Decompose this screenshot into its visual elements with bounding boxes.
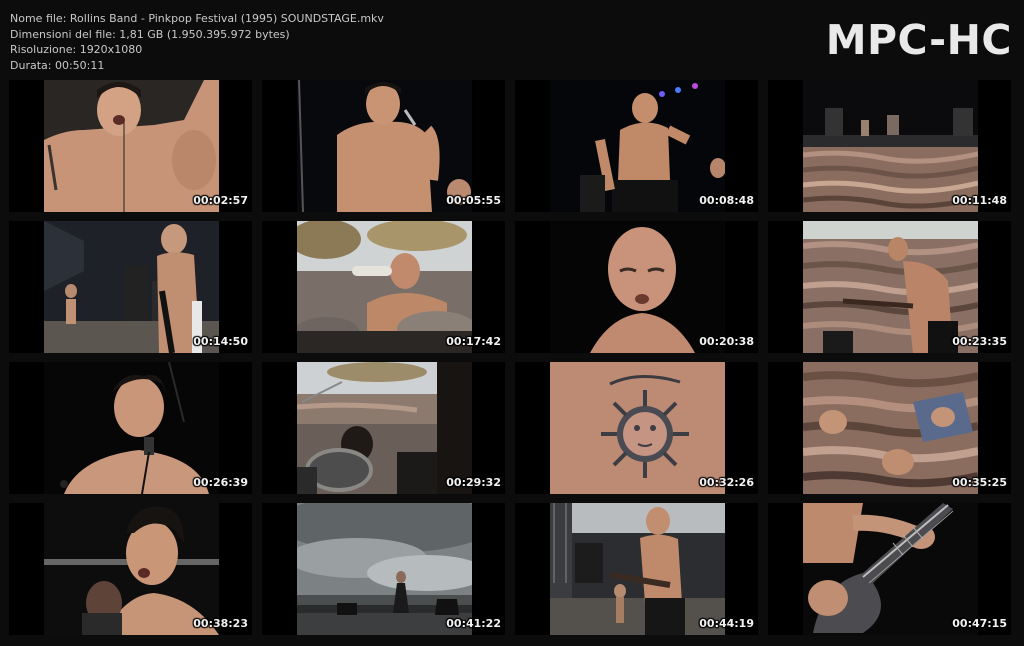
timestamp: 00:41:22 bbox=[446, 617, 501, 630]
timestamp: 00:02:57 bbox=[193, 194, 248, 207]
timestamp: 00:32:26 bbox=[699, 476, 754, 489]
video-frame bbox=[550, 80, 725, 212]
mpc-hc-logo: MPC-HC bbox=[825, 16, 1012, 64]
video-frame bbox=[803, 503, 978, 635]
video-frame bbox=[803, 362, 978, 494]
timestamp: 00:47:15 bbox=[952, 617, 1007, 630]
timestamp: 00:17:42 bbox=[446, 335, 501, 348]
timestamp: 00:23:35 bbox=[952, 335, 1007, 348]
file-duration: Durata: 00:50:11 bbox=[10, 58, 105, 72]
video-frame bbox=[297, 80, 472, 212]
video-frame bbox=[550, 362, 725, 494]
timestamp: 00:08:48 bbox=[699, 194, 754, 207]
thumbnail-2[interactable]: 00:05:55 bbox=[262, 80, 505, 212]
video-frame bbox=[803, 221, 978, 353]
file-resolution: Risoluzione: 1920x1080 bbox=[10, 43, 143, 56]
timestamp: 00:38:23 bbox=[193, 617, 248, 630]
video-frame bbox=[297, 362, 472, 494]
timestamp: 00:14:50 bbox=[193, 335, 248, 348]
video-frame bbox=[297, 221, 472, 353]
file-name: Nome file: Rollins Band - Pinkpop Festiv… bbox=[10, 12, 384, 25]
thumbnail-7[interactable]: 00:20:38 bbox=[515, 221, 758, 353]
thumbnail-6[interactable]: 00:17:42 bbox=[262, 221, 505, 353]
thumbnail-1[interactable]: 00:02:57 bbox=[9, 80, 252, 212]
timestamp: 00:44:19 bbox=[699, 617, 754, 630]
thumbnail-11[interactable]: 00:32:26 bbox=[515, 362, 758, 494]
video-frame bbox=[297, 503, 472, 635]
video-frame bbox=[803, 80, 978, 212]
thumbnail-5[interactable]: 00:14:50 bbox=[9, 221, 252, 353]
timestamp: 00:20:38 bbox=[699, 335, 754, 348]
thumbnail-16[interactable]: 00:47:15 bbox=[768, 503, 1011, 635]
timestamp: 00:05:55 bbox=[446, 194, 501, 207]
timestamp: 00:35:25 bbox=[952, 476, 1007, 489]
thumbnail-9[interactable]: 00:26:39 bbox=[9, 362, 252, 494]
thumbnail-13[interactable]: 00:38:23 bbox=[9, 503, 252, 635]
file-size: Dimensioni del file: 1,81 GB (1.950.395.… bbox=[10, 27, 290, 41]
file-info: Nome file: Rollins Band - Pinkpop Festiv… bbox=[10, 11, 384, 73]
timestamp: 00:26:39 bbox=[193, 476, 248, 489]
video-frame bbox=[550, 221, 725, 353]
video-frame bbox=[44, 362, 219, 494]
video-frame bbox=[44, 221, 219, 353]
thumbnail-3[interactable]: 00:08:48 bbox=[515, 80, 758, 212]
thumbnail-12[interactable]: 00:35:25 bbox=[768, 362, 1011, 494]
video-frame bbox=[44, 503, 219, 635]
thumbnail-8[interactable]: 00:23:35 bbox=[768, 221, 1011, 353]
timestamp: 00:11:48 bbox=[952, 194, 1007, 207]
timestamp: 00:29:32 bbox=[446, 476, 501, 489]
video-frame bbox=[44, 80, 219, 212]
thumbnail-4[interactable]: 00:11:48 bbox=[768, 80, 1011, 212]
video-frame bbox=[550, 503, 725, 635]
thumbnail-15[interactable]: 00:44:19 bbox=[515, 503, 758, 635]
thumbnail-14[interactable]: 00:41:22 bbox=[262, 503, 505, 635]
thumbnail-10[interactable]: 00:29:32 bbox=[262, 362, 505, 494]
thumbnail-grid: 00:02:57 00:05:55 00:08:48 00:11:48 00:1… bbox=[9, 80, 1017, 636]
